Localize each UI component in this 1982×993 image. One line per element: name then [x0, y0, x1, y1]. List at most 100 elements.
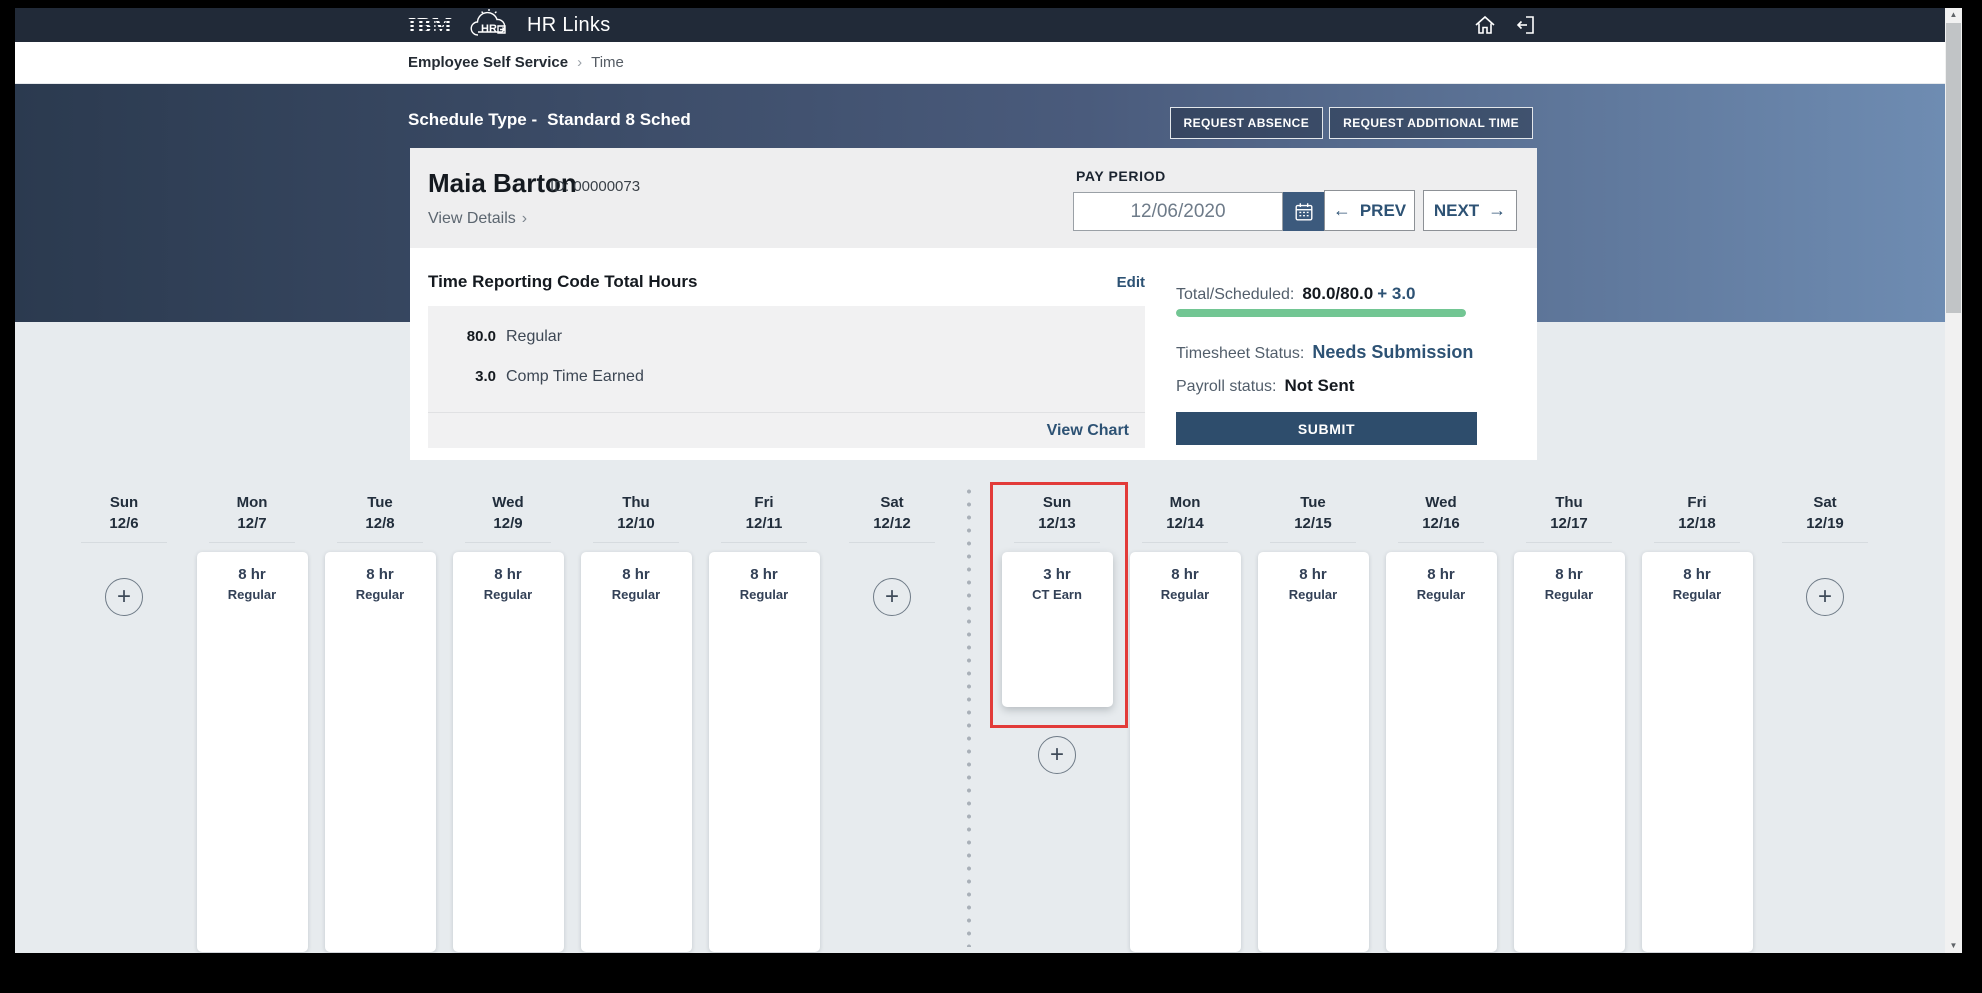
time-entry-card[interactable]: 8 hr Regular	[1642, 552, 1753, 952]
entry-code: CT Earn	[1002, 587, 1113, 602]
day-column-wed-12-16: Wed12/16 8 hr Regular	[1377, 478, 1505, 953]
add-time-button[interactable]: +	[873, 578, 911, 616]
add-time-button[interactable]: +	[105, 578, 143, 616]
time-entry-card[interactable]: 8 hr Regular	[453, 552, 564, 952]
add-time-button[interactable]: +	[1806, 578, 1844, 616]
employee-id: ID: 00000073	[550, 178, 640, 195]
entry-hours: 8 hr	[197, 566, 308, 583]
entry-hours: 8 hr	[1642, 566, 1753, 583]
day-header: Tue12/8	[365, 478, 394, 534]
chevron-right-icon: ›	[522, 210, 527, 227]
home-icon[interactable]	[1473, 13, 1497, 37]
pay-period-calendar: Sun12/6 + Mon12/7 8 hr Regular Tue12/8 8…	[60, 478, 1889, 953]
day-header-rule	[849, 542, 935, 543]
time-entry-card[interactable]: 8 hr Regular	[325, 552, 436, 952]
time-entry-card-selected[interactable]: 3 hr CT Earn	[1002, 552, 1113, 707]
day-column-thu-12-10: Thu12/10 8 hr Regular	[572, 478, 700, 953]
entry-hours: 3 hr	[1002, 566, 1113, 583]
timesheet-status-row: Timesheet Status:Needs Submission	[1176, 342, 1473, 363]
scroll-down-arrow-icon[interactable]: ▼	[1945, 939, 1962, 953]
day-header: Sun12/6	[109, 478, 138, 534]
app-title: HR Links	[527, 14, 611, 37]
day-column-thu-12-17: Thu12/17 8 hr Regular	[1505, 478, 1633, 953]
time-entry-card[interactable]: 8 hr Regular	[1130, 552, 1241, 952]
day-header-rule	[465, 542, 551, 543]
day-header-rule	[209, 542, 295, 543]
day-column-fri-12-18: Fri12/18 8 hr Regular	[1633, 478, 1761, 953]
day-header-rule	[1270, 542, 1356, 543]
payroll-status-value: Not Sent	[1284, 376, 1354, 395]
timesheet-summary-card: Maia Barton ID: 00000073 View Details› P…	[410, 148, 1537, 460]
entry-hours: 8 hr	[453, 566, 564, 583]
scroll-up-arrow-icon[interactable]: ▲	[1945, 8, 1962, 22]
calendar-icon	[1293, 201, 1315, 223]
view-details-link[interactable]: View Details›	[428, 210, 527, 228]
day-header: Fri12/18	[1678, 478, 1716, 534]
time-entry-card[interactable]: 8 hr Regular	[1258, 552, 1369, 952]
trc-footer: View Chart	[428, 412, 1145, 448]
trc-row: 80.0 Regular	[428, 328, 1145, 346]
time-entry-card[interactable]: 8 hr Regular	[1386, 552, 1497, 952]
view-chart-link[interactable]: View Chart	[1047, 422, 1129, 440]
pay-period-label: PAY PERIOD	[1076, 168, 1166, 184]
day-header-rule	[1142, 542, 1228, 543]
entry-hours: 8 hr	[709, 566, 820, 583]
day-header: Wed12/16	[1422, 478, 1460, 534]
schedule-type-title: Schedule Type -Standard 8 Sched	[408, 110, 691, 130]
day-column-sat-12-12: Sat12/12 +	[828, 478, 956, 953]
entry-code: Regular	[709, 587, 820, 602]
vertical-scrollbar[interactable]: ▲ ▼	[1945, 8, 1962, 953]
day-header: Mon12/14	[1166, 478, 1204, 534]
scrollbar-thumb[interactable]	[1946, 23, 1961, 313]
day-header-rule	[81, 542, 167, 543]
arrow-right-icon: →	[1488, 200, 1506, 221]
svg-text:HR: HR	[481, 23, 497, 35]
edit-link[interactable]: Edit	[1115, 274, 1145, 291]
add-time-button[interactable]: +	[1038, 736, 1076, 774]
day-column-sun-12-13: Sun12/13 3 hr CT Earn +	[993, 478, 1121, 953]
time-entry-card[interactable]: 8 hr Regular	[581, 552, 692, 952]
day-header: Sun12/13	[1038, 478, 1076, 534]
entry-code: Regular	[1130, 587, 1241, 602]
entry-hours: 8 hr	[1258, 566, 1369, 583]
trc-total-hours-title: Time Reporting Code Total Hours	[428, 272, 698, 292]
next-pay-period-button[interactable]: NEXT →	[1423, 190, 1517, 231]
sign-out-icon[interactable]	[1513, 13, 1537, 37]
day-header: Thu12/17	[1550, 478, 1588, 534]
day-header-rule	[721, 542, 807, 543]
time-entry-card[interactable]: 8 hr Regular	[709, 552, 820, 952]
submit-button[interactable]: SUBMIT	[1176, 412, 1477, 445]
day-header: Sat12/12	[873, 478, 911, 534]
entry-code: Regular	[325, 587, 436, 602]
entry-code: Regular	[1642, 587, 1753, 602]
prev-pay-period-button[interactable]: ← PREV	[1324, 190, 1415, 231]
entry-code: Regular	[1514, 587, 1625, 602]
schedule-type-value: Standard 8 Sched	[547, 110, 691, 129]
calendar-picker-button[interactable]	[1283, 192, 1324, 231]
employee-header: Maia Barton ID: 00000073 View Details› P…	[410, 148, 1537, 248]
day-header: Wed12/9	[492, 478, 523, 534]
timesheet-status-value: Needs Submission	[1312, 342, 1473, 362]
breadcrumb-employee-self-service[interactable]: Employee Self Service	[408, 54, 568, 71]
breadcrumb-separator: ›	[577, 54, 582, 71]
day-column-mon-12-14: Mon12/14 8 hr Regular	[1121, 478, 1249, 953]
entry-code: Regular	[453, 587, 564, 602]
app-window: IBM HR HR Links Employee Sel	[15, 8, 1962, 953]
request-absence-button[interactable]: REQUEST ABSENCE	[1170, 107, 1324, 139]
day-column-mon-12-7: Mon12/7 8 hr Regular	[188, 478, 316, 953]
pay-period-date-input[interactable]	[1073, 192, 1283, 231]
request-additional-time-button[interactable]: REQUEST ADDITIONAL TIME	[1329, 107, 1533, 139]
time-entry-card[interactable]: 8 hr Regular	[1514, 552, 1625, 952]
trc-panel: 80.0 Regular 3.0 Comp Time Earned View C…	[428, 306, 1145, 448]
arrow-left-icon: ←	[1333, 200, 1351, 221]
total-extra-value: + 3.0	[1377, 284, 1415, 303]
trc-row: 3.0 Comp Time Earned	[428, 368, 1145, 386]
day-column-sat-12-19: Sat12/19 +	[1761, 478, 1889, 953]
entry-code: Regular	[197, 587, 308, 602]
payroll-status-row: Payroll status:Not Sent	[1176, 376, 1354, 396]
entry-hours: 8 hr	[325, 566, 436, 583]
entry-code: Regular	[1386, 587, 1497, 602]
time-entry-card[interactable]: 8 hr Regular	[197, 552, 308, 952]
day-column-tue-12-15: Tue12/15 8 hr Regular	[1249, 478, 1377, 953]
day-header: Thu12/10	[617, 478, 655, 534]
